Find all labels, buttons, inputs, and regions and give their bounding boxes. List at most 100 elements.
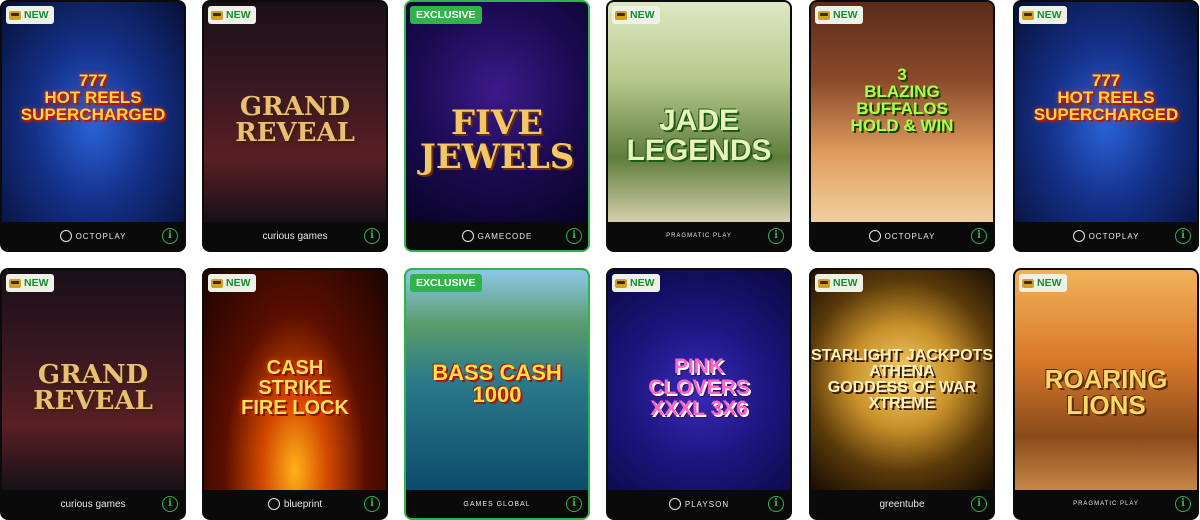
game-artwork: GRAND REVEAL bbox=[2, 270, 184, 492]
info-icon[interactable]: i bbox=[971, 228, 987, 244]
info-icon[interactable]: i bbox=[1175, 496, 1191, 512]
game-title: PINK CLOVERS XXXL 3X6 bbox=[648, 355, 750, 420]
game-title: FIVE JEWELS bbox=[419, 103, 575, 177]
game-tile-athena-goddess-of-war[interactable]: STARLIGHT JACKPOTS ATHENA GODDESS OF WAR… bbox=[809, 268, 995, 520]
game-title: 3 BLAZING BUFFALOS HOLD & WIN bbox=[850, 65, 954, 135]
tile-footer: OCTOPLAY bbox=[1015, 222, 1197, 250]
game-title: ROARING LIONS bbox=[1044, 364, 1168, 420]
info-icon[interactable]: i bbox=[364, 496, 380, 512]
slot-icon bbox=[818, 10, 830, 20]
tile-footer: PRAGMATIC PLAY bbox=[608, 222, 790, 250]
provider-logo: OCTOPLAY bbox=[1072, 230, 1140, 242]
provider-icon bbox=[461, 230, 474, 242]
provider-icon bbox=[868, 230, 881, 242]
slot-icon bbox=[211, 10, 223, 20]
info-icon[interactable]: i bbox=[971, 496, 987, 512]
game-title: BASS CASH 1000 bbox=[432, 360, 562, 407]
slot-icon bbox=[615, 10, 627, 20]
info-icon[interactable]: i bbox=[162, 496, 178, 512]
new-badge: NEW bbox=[815, 274, 863, 292]
game-artwork: FIVE JEWELS bbox=[406, 2, 588, 224]
game-tile-cash-strike-fire-lock[interactable]: CASH STRIKE FIRE LOCK NEW blueprint i bbox=[202, 268, 388, 520]
game-tile-pink-clovers-xxxl[interactable]: PINK CLOVERS XXXL 3X6 NEW PLAYSON i bbox=[606, 268, 792, 520]
game-title: STARLIGHT JACKPOTS ATHENA GODDESS OF WAR… bbox=[811, 347, 993, 412]
exclusive-badge: EXCLUSIVE bbox=[410, 6, 482, 24]
slot-icon bbox=[615, 278, 627, 288]
tile-footer: curious games bbox=[2, 490, 184, 518]
tile-footer: blueprint bbox=[204, 490, 386, 518]
slot-icon bbox=[818, 278, 830, 288]
game-artwork: 777 HOT REELS SUPERCHARGED bbox=[1015, 2, 1197, 224]
info-icon[interactable]: i bbox=[566, 496, 582, 512]
info-icon[interactable]: i bbox=[768, 228, 784, 244]
game-artwork: JADE LEGENDS bbox=[608, 2, 790, 224]
new-badge: NEW bbox=[208, 6, 256, 24]
slot-icon bbox=[9, 278, 21, 288]
slot-icon bbox=[1022, 278, 1034, 288]
new-badge: NEW bbox=[6, 6, 54, 24]
tile-footer: OCTOPLAY bbox=[2, 222, 184, 250]
tile-footer: GAMECODE bbox=[406, 222, 588, 250]
game-title: JADE LEGENDS bbox=[626, 104, 772, 167]
tile-footer: greentube bbox=[811, 490, 993, 518]
info-icon[interactable]: i bbox=[1175, 228, 1191, 244]
info-icon[interactable]: i bbox=[566, 228, 582, 244]
info-icon[interactable]: i bbox=[162, 228, 178, 244]
game-title: GRAND REVEAL bbox=[33, 360, 153, 416]
provider-icon bbox=[59, 230, 72, 242]
game-artwork: GRAND REVEAL bbox=[204, 2, 386, 224]
game-tile-grand-reveal[interactable]: GRAND REVEAL NEW curious games i bbox=[202, 0, 388, 252]
game-tile-hot-reels-supercharged-2[interactable]: 777 HOT REELS SUPERCHARGED NEW OCTOPLAY … bbox=[1013, 0, 1199, 252]
tile-footer: OCTOPLAY bbox=[811, 222, 993, 250]
provider-logo: PRAGMATIC PLAY bbox=[1073, 501, 1139, 507]
info-icon[interactable]: i bbox=[768, 496, 784, 512]
info-icon[interactable]: i bbox=[364, 228, 380, 244]
slot-icon bbox=[1022, 10, 1034, 20]
game-grid: 777 HOT REELS SUPERCHARGED NEW OCTOPLAY … bbox=[0, 0, 1200, 520]
provider-logo: curious games bbox=[60, 498, 126, 510]
game-artwork: PINK CLOVERS XXXL 3X6 bbox=[608, 270, 790, 492]
provider-icon bbox=[267, 498, 280, 510]
provider-logo: PLAYSON bbox=[668, 498, 729, 510]
tile-footer: GAMES GLOBAL bbox=[406, 490, 588, 518]
game-tile-grand-reveal-2[interactable]: GRAND REVEAL NEW curious games i bbox=[0, 268, 186, 520]
provider-logo: GAMES GLOBAL bbox=[463, 500, 531, 508]
provider-icon bbox=[668, 498, 681, 510]
slot-icon bbox=[9, 10, 21, 20]
game-tile-blazing-buffalos[interactable]: 3 BLAZING BUFFALOS HOLD & WIN NEW OCTOPL… bbox=[809, 0, 995, 252]
game-tile-roaring-lions[interactable]: ROARING LIONS NEW PRAGMATIC PLAY i bbox=[1013, 268, 1199, 520]
game-tile-jade-legends[interactable]: JADE LEGENDS NEW PRAGMATIC PLAY i bbox=[606, 0, 792, 252]
provider-logo: PRAGMATIC PLAY bbox=[666, 233, 732, 239]
new-badge: NEW bbox=[612, 274, 660, 292]
game-tile-hot-reels-supercharged[interactable]: 777 HOT REELS SUPERCHARGED NEW OCTOPLAY … bbox=[0, 0, 186, 252]
game-title: GRAND REVEAL bbox=[235, 92, 355, 148]
tile-footer: PLAYSON bbox=[608, 490, 790, 518]
provider-logo: OCTOPLAY bbox=[868, 230, 936, 242]
tile-footer: curious games bbox=[204, 222, 386, 250]
slot-icon bbox=[211, 278, 223, 288]
game-artwork: STARLIGHT JACKPOTS ATHENA GODDESS OF WAR… bbox=[811, 270, 993, 492]
provider-logo: GAMECODE bbox=[461, 230, 533, 242]
exclusive-badge: EXCLUSIVE bbox=[410, 274, 482, 292]
game-artwork: ROARING LIONS bbox=[1015, 270, 1197, 492]
new-badge: NEW bbox=[1019, 6, 1067, 24]
game-tile-five-jewels[interactable]: FIVE JEWELS EXCLUSIVE GAMECODE i bbox=[404, 0, 590, 252]
new-badge: NEW bbox=[1019, 274, 1067, 292]
game-title: CASH STRIKE FIRE LOCK bbox=[241, 357, 349, 419]
game-artwork: 777 HOT REELS SUPERCHARGED bbox=[2, 2, 184, 224]
game-tile-bass-cash-1000[interactable]: BASS CASH 1000 EXCLUSIVE GAMES GLOBAL i bbox=[404, 268, 590, 520]
game-title: 777 HOT REELS SUPERCHARGED bbox=[1033, 71, 1179, 124]
provider-logo: greentube bbox=[879, 498, 925, 510]
new-badge: NEW bbox=[208, 274, 256, 292]
new-badge: NEW bbox=[815, 6, 863, 24]
provider-logo: blueprint bbox=[267, 498, 322, 510]
new-badge: NEW bbox=[612, 6, 660, 24]
game-artwork: 3 BLAZING BUFFALOS HOLD & WIN bbox=[811, 2, 993, 224]
game-artwork: CASH STRIKE FIRE LOCK bbox=[204, 270, 386, 492]
tile-footer: PRAGMATIC PLAY bbox=[1015, 490, 1197, 518]
provider-logo: curious games bbox=[262, 230, 328, 242]
provider-logo: OCTOPLAY bbox=[59, 230, 127, 242]
game-artwork: BASS CASH 1000 bbox=[406, 270, 588, 492]
game-title: 777 HOT REELS SUPERCHARGED bbox=[20, 71, 166, 124]
new-badge: NEW bbox=[6, 274, 54, 292]
